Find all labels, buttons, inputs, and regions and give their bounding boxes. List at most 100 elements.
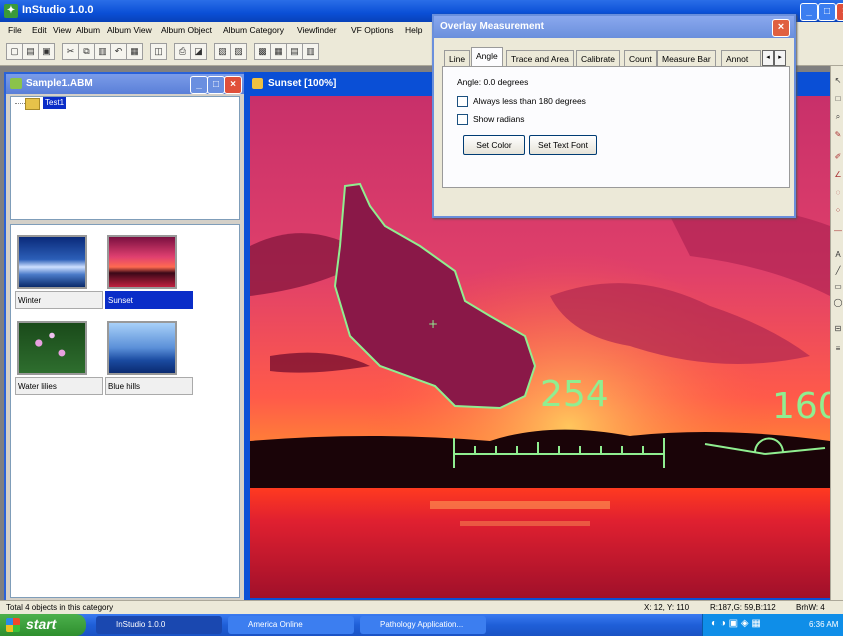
paste-icon[interactable]: ▥ [94, 43, 111, 60]
new-icon[interactable]: ▢ [6, 43, 23, 60]
task-instudio[interactable]: InStudio 1.0.0 [96, 616, 222, 634]
menu-edit[interactable]: Edit [32, 25, 47, 35]
tab-calibrate[interactable]: Calibrate [576, 50, 621, 67]
status-coordinates: X: 12, Y: 110 [644, 603, 690, 612]
print-icon[interactable]: ⎙ [174, 43, 191, 60]
thumbnail-winter[interactable] [17, 235, 87, 289]
image-icon[interactable]: ▦ [126, 43, 143, 60]
ellipse-tool-icon[interactable]: ◯ [833, 298, 843, 308]
show-radians-label[interactable]: Show radians [473, 114, 525, 124]
thumbnail-label-water-lilies[interactable]: Water lilies [15, 377, 103, 395]
layout-icon-1[interactable]: ▩ [254, 43, 271, 60]
overlay-title-bar: Overlay Measurement × [434, 16, 794, 38]
tab-angle[interactable]: Angle [471, 47, 503, 67]
app-minimize-button[interactable]: _ [800, 3, 818, 21]
freehand-tool-icon[interactable]: ✎ [833, 130, 843, 140]
line-tool-icon[interactable]: — [833, 226, 843, 236]
status-object-count: Total 4 objects in this category [6, 603, 114, 612]
app-icon: ✦ [4, 4, 18, 18]
overlay-close-button[interactable]: × [772, 19, 790, 37]
tab-measure-bar[interactable]: Measure Bar [657, 50, 716, 67]
app-maximize-button[interactable]: □ [818, 3, 836, 21]
album-maximize-button[interactable]: □ [207, 76, 225, 94]
tab-annot[interactable]: Annot [721, 50, 761, 67]
app-title: InStudio 1.0.0 [22, 4, 94, 16]
tab-line[interactable]: Line [444, 50, 471, 67]
menu-album-object[interactable]: Album Object [161, 25, 212, 35]
thumbnail-label-sunset[interactable]: Sunset [105, 291, 193, 309]
status-brhw: BrhW: 4 [796, 603, 825, 612]
menu-view[interactable]: View [53, 25, 71, 35]
thumbnail-sunset[interactable] [107, 235, 177, 289]
taskbar: start InStudio 1.0.0 America Online Path… [0, 614, 843, 636]
svg-text:+: + [428, 317, 438, 331]
album-close-button[interactable]: × [224, 76, 242, 94]
tray-icons[interactable]: ◐ ◑ ▣ ◈ ▦ [711, 618, 761, 629]
set-text-font-button[interactable]: Set Text Font [529, 135, 597, 155]
album-window: Sample1.ABM _ □ × Test1 Winter Sunset Wa… [4, 72, 246, 602]
menu-album[interactable]: Album [76, 25, 100, 35]
pointer-tool-icon[interactable]: ↖ [833, 76, 843, 86]
thumbnail-label-blue-hills[interactable]: Blue hills [105, 377, 193, 395]
clock: 6:36 AM [809, 620, 839, 629]
always-less-than-180-label[interactable]: Always less than 180 degrees [473, 96, 586, 106]
system-tray: ◐ ◑ ▣ ◈ ▦ 6:36 AM [702, 614, 843, 636]
undo-icon[interactable]: ↶ [110, 43, 127, 60]
task-pathology-application[interactable]: Pathology Application... [360, 616, 486, 634]
menu-album-category[interactable]: Album Category [223, 25, 284, 35]
zoom-tool-icon[interactable]: ⌕ [833, 112, 843, 122]
status-bar: Total 4 objects in this category X: 12, … [0, 600, 843, 615]
layout-icon-2[interactable]: ▦ [270, 43, 287, 60]
task-america-online[interactable]: America Online [228, 616, 354, 634]
thumbnail-blue-hills[interactable] [107, 321, 177, 375]
always-less-than-180-checkbox[interactable] [457, 96, 468, 107]
list-tool-icon[interactable]: ≡ [833, 344, 843, 354]
category-tree: Test1 [10, 96, 240, 220]
pencil-tool-icon[interactable]: ✐ [833, 152, 843, 162]
capture-icon[interactable]: ◫ [150, 43, 167, 60]
menu-vf-options[interactable]: VF Options [351, 25, 394, 35]
print-preview-icon[interactable]: ◪ [190, 43, 207, 60]
thumbnail-water-lilies[interactable] [17, 321, 87, 375]
view-mode-icon-2[interactable]: ▨ [230, 43, 247, 60]
tab-count[interactable]: Count [624, 50, 657, 67]
menu-help[interactable]: Help [405, 25, 422, 35]
angle-tab-panel: Angle: 0.0 degrees Always less than 180 … [442, 66, 790, 188]
start-label: start [26, 616, 57, 632]
open-folder-icon[interactable]: ▤ [22, 43, 39, 60]
rectangle-tool-icon[interactable]: ▭ [833, 282, 843, 292]
view-mode-icon-1[interactable]: ▧ [214, 43, 231, 60]
tree-item-test1[interactable]: Test1 [43, 97, 67, 109]
album-title-bar: Sample1.ABM _ □ × [6, 74, 244, 94]
menu-viewfinder[interactable]: Viewfinder [297, 25, 337, 35]
overlay-measurement-dialog: Overlay Measurement × Line Angle Trace a… [432, 14, 796, 218]
layout-icon-4[interactable]: ▥ [302, 43, 319, 60]
angle-tool-icon[interactable]: ∠ [833, 170, 843, 180]
thumbnail-pane: Winter Sunset Water lilies Blue hills [10, 224, 240, 598]
album-icon [10, 78, 22, 89]
overlay-title: Overlay Measurement [440, 21, 544, 32]
rect-select-tool-icon[interactable]: □ [833, 94, 843, 104]
show-radians-checkbox[interactable] [457, 114, 468, 125]
tab-scroll-right-icon[interactable]: ▸ [774, 50, 786, 66]
tab-trace-and-area[interactable]: Trace and Area [506, 50, 574, 67]
menu-album-view[interactable]: Album View [107, 25, 152, 35]
tab-scroll-left-icon[interactable]: ◂ [762, 50, 774, 66]
trace-tool-icon[interactable]: ◌ [833, 188, 843, 198]
status-rgb: R:187,G: 59,B:112 [710, 603, 776, 612]
save-icon[interactable]: ▣ [38, 43, 55, 60]
measurement-label-160: 160 [772, 386, 830, 427]
text-tool-icon[interactable]: A [833, 250, 843, 260]
count-tool-icon[interactable]: ⁘ [833, 206, 843, 216]
cut-icon[interactable]: ✂ [62, 43, 79, 60]
layout-icon-3[interactable]: ▤ [286, 43, 303, 60]
menu-file[interactable]: File [8, 25, 22, 35]
thumbnail-label-winter[interactable]: Winter [15, 291, 103, 309]
set-color-button[interactable]: Set Color [463, 135, 525, 155]
album-minimize-button[interactable]: _ [190, 76, 208, 94]
app-close-button[interactable]: × [836, 3, 843, 21]
copy-icon[interactable]: ⧉ [78, 43, 95, 60]
start-button[interactable]: start [0, 614, 86, 636]
diagonal-line-tool-icon[interactable]: ╱ [833, 266, 843, 276]
measure-bar-tool-icon[interactable]: ⊟ [833, 324, 843, 334]
